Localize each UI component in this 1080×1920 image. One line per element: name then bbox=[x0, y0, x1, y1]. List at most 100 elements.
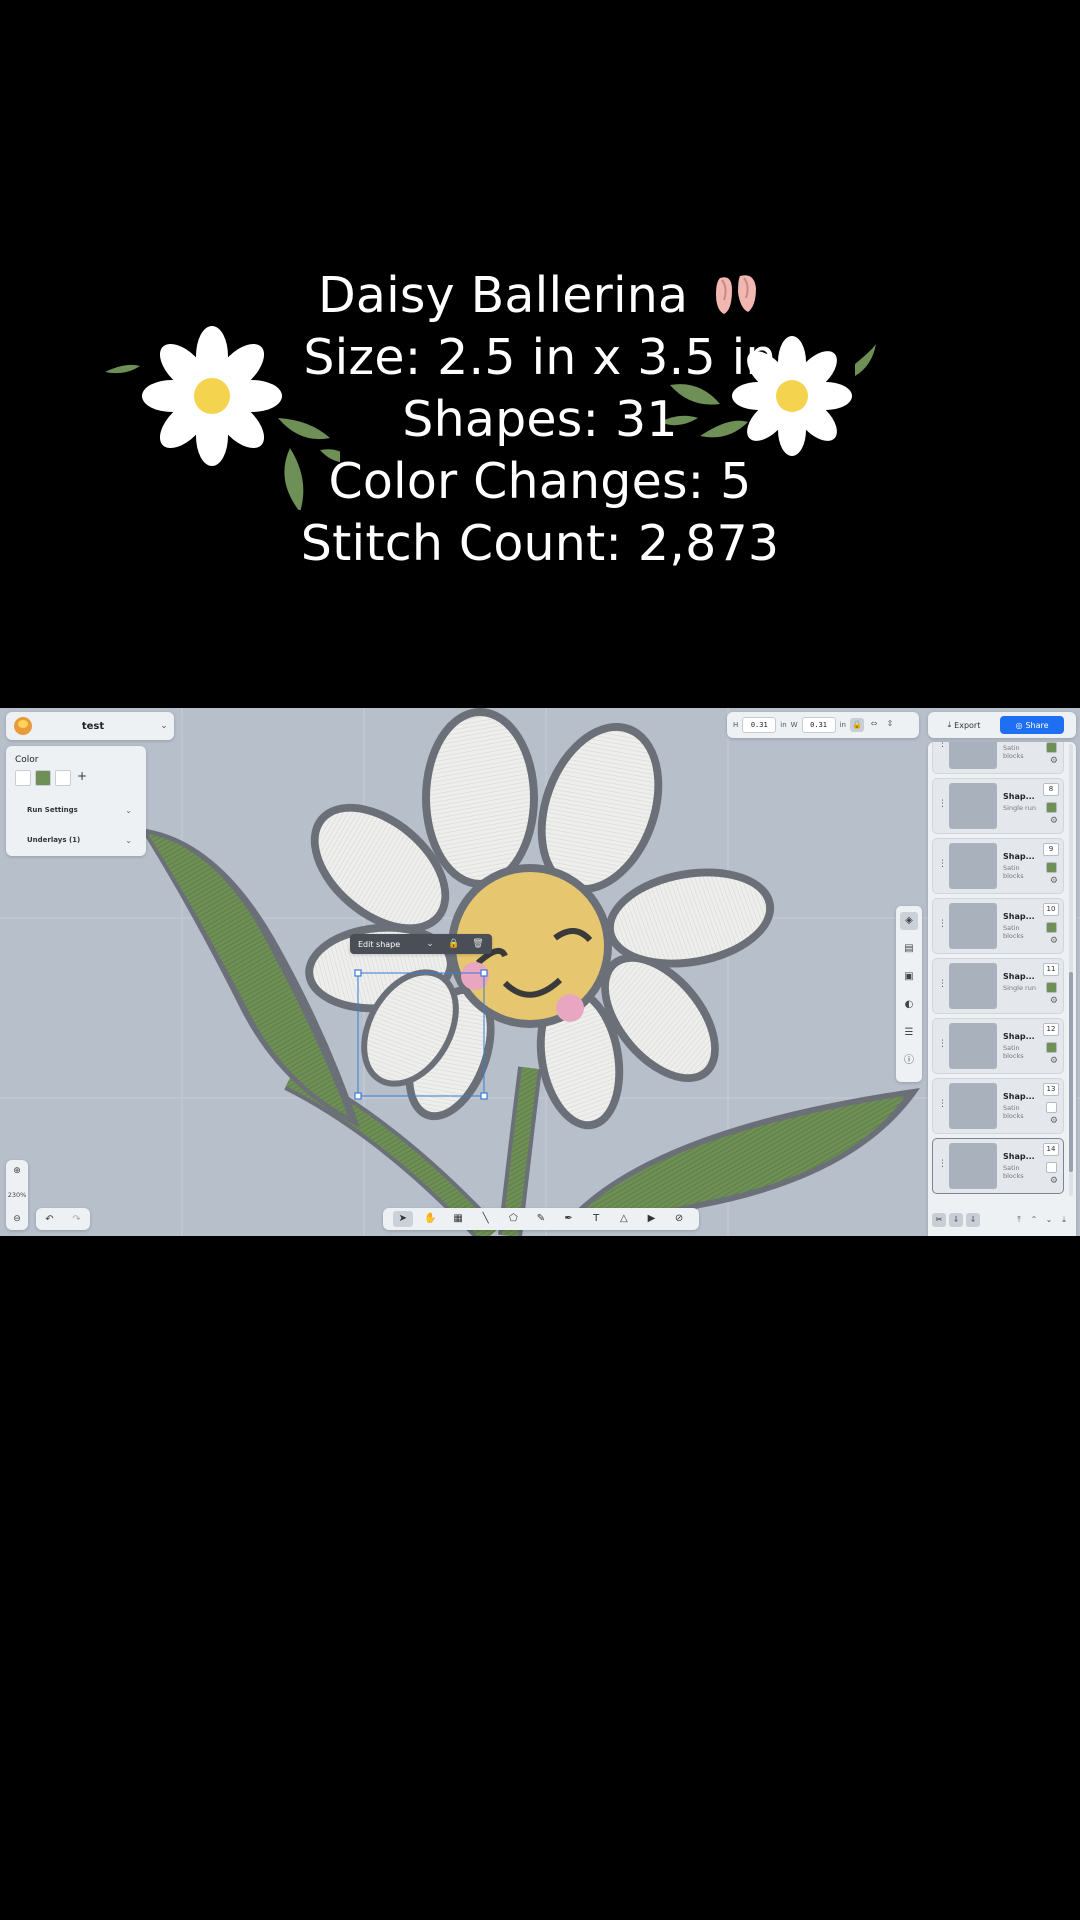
gear-icon[interactable]: ⚙ bbox=[1050, 876, 1058, 886]
layer-color[interactable] bbox=[1046, 1102, 1057, 1113]
redo-icon[interactable]: ↷ bbox=[72, 1214, 80, 1225]
move-top-icon[interactable]: ⤒ bbox=[1013, 1213, 1025, 1227]
layer-color[interactable] bbox=[1046, 1042, 1057, 1053]
layer-number: 13 bbox=[1043, 1083, 1059, 1096]
design-shapes: Shapes: 31 bbox=[402, 391, 678, 448]
layer-color[interactable] bbox=[1046, 862, 1057, 873]
color-swatch[interactable] bbox=[15, 770, 31, 786]
edit-shape-popup: Edit shape ⌄ 🔒 🗑 bbox=[350, 934, 492, 954]
fill-tool-icon[interactable]: ▦ bbox=[448, 1211, 468, 1227]
image-icon[interactable]: ▣ bbox=[900, 968, 918, 986]
pen-tool-icon[interactable]: ✒ bbox=[559, 1211, 579, 1227]
color-swatch[interactable] bbox=[55, 770, 71, 786]
hand-tool-icon[interactable]: ✋ bbox=[420, 1211, 440, 1227]
embroidery-editor: test ⌄ Color + Run Settings ⌄ Underlays … bbox=[0, 708, 1080, 1236]
zoom-control: ⊕ 230% ⊖ bbox=[6, 1160, 28, 1230]
run-settings-accordion[interactable]: Run Settings ⌄ bbox=[14, 800, 138, 820]
layer-number: 10 bbox=[1043, 903, 1059, 916]
gear-icon[interactable]: ⚙ bbox=[1050, 996, 1058, 1006]
layer-thumbnail bbox=[949, 903, 997, 949]
zoom-out-icon[interactable]: ⊖ bbox=[13, 1214, 21, 1224]
gear-icon[interactable]: ⚙ bbox=[1050, 1176, 1058, 1186]
flip-vertical-icon[interactable]: ⇕ bbox=[884, 719, 896, 731]
flip-horizontal-icon[interactable]: ⇔ bbox=[868, 719, 880, 731]
gear-icon[interactable]: ⚙ bbox=[1050, 1116, 1058, 1126]
layer-item[interactable]: ⋮⋮ Satin blocks ⚙ bbox=[932, 742, 1064, 774]
gear-icon[interactable]: ⚙ bbox=[1050, 816, 1058, 826]
download-icon: ⤓ bbox=[947, 720, 952, 729]
lock-aspect-icon[interactable]: 🔒 bbox=[849, 718, 864, 732]
layer-thumbnail bbox=[949, 1023, 997, 1069]
palette-icon[interactable]: ◐ bbox=[900, 996, 918, 1014]
layer-color[interactable] bbox=[1046, 1162, 1057, 1173]
zoom-in-icon[interactable]: ⊕ bbox=[13, 1166, 21, 1176]
needle-alt-icon[interactable]: ⸸ bbox=[966, 1213, 980, 1227]
gear-icon[interactable]: ⚙ bbox=[1050, 1056, 1058, 1066]
lock-icon[interactable]: 🔒 bbox=[442, 939, 466, 949]
scissors-icon[interactable]: ✂ bbox=[932, 1213, 946, 1227]
chevron-down-icon[interactable]: ⌄ bbox=[154, 721, 174, 731]
layer-item[interactable]: ⋮⋮ Shap... Single run 8 ⚙ bbox=[932, 778, 1064, 834]
project-name: test bbox=[81, 720, 105, 732]
gear-icon[interactable]: ⚙ bbox=[1050, 936, 1058, 946]
layer-color[interactable] bbox=[1046, 982, 1057, 993]
layer-item[interactable]: ⋮⋮ Shap... Satin blocks 10 ⚙ bbox=[932, 898, 1064, 954]
export-share-bar: ⤓ Export ◎ Share bbox=[928, 712, 1076, 738]
polygon-tool-icon[interactable]: ⬠ bbox=[503, 1211, 523, 1227]
layers-panel: ⋮⋮ Satin blocks ⚙ ⋮⋮ Shap... Single run … bbox=[928, 742, 1076, 1236]
layer-color[interactable] bbox=[1046, 802, 1057, 813]
select-tool-icon[interactable]: ➤ bbox=[392, 1211, 413, 1227]
text-tool-icon[interactable]: T bbox=[586, 1211, 606, 1227]
layers-icon[interactable]: ◈ bbox=[900, 912, 918, 930]
shapes-tool-icon[interactable]: △ bbox=[614, 1211, 634, 1227]
avatar bbox=[14, 717, 32, 735]
layers-scrollbar-thumb[interactable] bbox=[1069, 972, 1073, 1172]
layer-item[interactable]: ⋮⋮ Shap... Satin blocks 13 ⚙ bbox=[932, 1078, 1064, 1134]
line-tool-icon[interactable]: ╲ bbox=[476, 1211, 496, 1227]
add-color-button[interactable]: + bbox=[75, 770, 89, 784]
design-stitch-count: Stitch Count: 2,873 bbox=[300, 515, 780, 572]
video-caption-overlay: Daisy Ballerina Size: 2.5 in x 3.5 in Sh… bbox=[0, 0, 1080, 700]
ballet-shoes-icon bbox=[716, 275, 757, 314]
width-input[interactable]: 0.31 bbox=[801, 717, 836, 733]
move-down-icon[interactable]: ⌄ bbox=[1043, 1213, 1055, 1227]
info-icon[interactable]: ⓘ bbox=[900, 1052, 918, 1070]
needle-icon[interactable]: ⸸ bbox=[949, 1213, 963, 1227]
gear-icon[interactable]: ⚙ bbox=[1050, 756, 1058, 766]
layer-thumbnail bbox=[949, 742, 997, 769]
color-swatch[interactable] bbox=[35, 770, 51, 786]
layer-item-selected[interactable]: ⋮⋮ Shap... Satin blocks 14 ⚙ bbox=[932, 1138, 1064, 1194]
layer-thumbnail bbox=[949, 843, 997, 889]
share-button[interactable]: ◎ Share bbox=[1000, 716, 1064, 734]
layer-item[interactable]: ⋮⋮ Shap... Single run 11 ⚙ bbox=[932, 958, 1064, 1014]
tool-bar: ➤ ✋ ▦ ╲ ⬠ ✎ ✒ T △ ▶ ⊘ bbox=[383, 1208, 699, 1230]
layer-number: 8 bbox=[1043, 783, 1059, 796]
layer-item[interactable]: ⋮⋮ Shap... Satin blocks 12 ⚙ bbox=[932, 1018, 1064, 1074]
undo-icon[interactable]: ↶ bbox=[45, 1214, 53, 1225]
zoom-level: 230% bbox=[7, 1191, 27, 1199]
project-selector[interactable]: test ⌄ bbox=[6, 712, 174, 740]
properties-panel: Color + Run Settings ⌄ Underlays (1) ⌄ bbox=[6, 746, 146, 856]
dimension-bar: H 0.31 in W 0.31 in 🔒 ⇔ ⇕ bbox=[727, 712, 919, 738]
layer-color[interactable] bbox=[1046, 922, 1057, 933]
design-color-changes: Color Changes: 5 bbox=[328, 453, 752, 510]
layer-tools: ✂ ⸸ ⸸ ⤒ ⌃ ⌄ ⤓ bbox=[932, 1210, 1070, 1230]
trash-icon[interactable]: 🗑 bbox=[466, 939, 490, 949]
underlays-accordion[interactable]: Underlays (1) ⌄ bbox=[14, 830, 138, 850]
layer-number: 11 bbox=[1043, 963, 1059, 976]
layer-color[interactable] bbox=[1046, 742, 1057, 753]
edit-shape-button[interactable]: Edit shape bbox=[350, 940, 418, 949]
layer-item[interactable]: ⋮⋮ Shap... Satin blocks 9 ⚙ bbox=[932, 838, 1064, 894]
move-bottom-icon[interactable]: ⤓ bbox=[1058, 1213, 1070, 1227]
hide-icon[interactable]: ⊘ bbox=[669, 1211, 689, 1227]
play-icon[interactable]: ▶ bbox=[641, 1211, 661, 1227]
height-input[interactable]: 0.31 bbox=[742, 717, 777, 733]
chevron-down-icon[interactable]: ⌄ bbox=[418, 939, 442, 949]
document-icon[interactable]: ▤ bbox=[900, 940, 918, 958]
side-toolbar: ◈ ▤ ▣ ◐ ☰ ⓘ bbox=[896, 906, 922, 1082]
brush-tool-icon[interactable]: ✎ bbox=[531, 1211, 551, 1227]
export-button[interactable]: ⤓ Export bbox=[934, 716, 994, 734]
sliders-icon[interactable]: ☰ bbox=[900, 1024, 918, 1042]
layer-thumbnail bbox=[949, 963, 997, 1009]
move-up-icon[interactable]: ⌃ bbox=[1028, 1213, 1040, 1227]
